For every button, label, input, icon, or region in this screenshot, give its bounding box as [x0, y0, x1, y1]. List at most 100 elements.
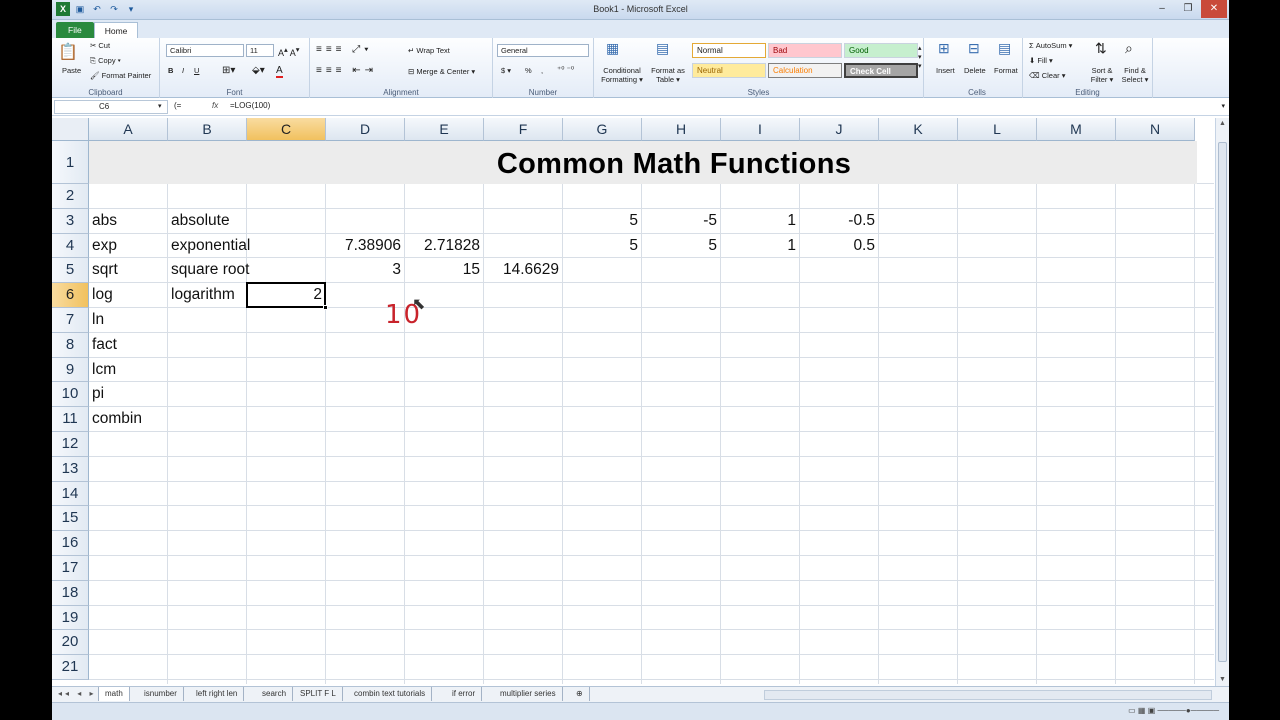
row-header-1[interactable]: 1 — [52, 141, 89, 184]
fill-color-icon[interactable]: ⬙▾ — [252, 65, 265, 76]
grow-font-button[interactable]: A▴ A▾ — [278, 45, 300, 58]
cell-e4[interactable]: 2.71828 — [405, 237, 480, 262]
style-check-cell[interactable]: Check Cell — [844, 63, 918, 78]
formula-input[interactable]: =LOG(100) — [230, 101, 270, 110]
row-header-2[interactable]: 2 — [52, 184, 89, 209]
autosum-button[interactable]: Σ AutoSum ▾ — [1029, 41, 1072, 50]
sheet-tab-split-f-l[interactable]: SPLIT F L — [294, 687, 343, 701]
row-header-18[interactable]: 18 — [52, 580, 89, 606]
sheet-tab-if-error[interactable]: if error — [446, 687, 483, 701]
sheet-tab-math[interactable]: math — [98, 687, 130, 701]
bold-button[interactable]: B — [168, 66, 173, 75]
row-header-12[interactable]: 12 — [52, 432, 89, 457]
cell-a11[interactable]: combin — [92, 410, 142, 435]
wrap-text-button[interactable]: ↵ Wrap Text — [408, 46, 450, 55]
cell-d4[interactable]: 7.38906 — [326, 237, 401, 262]
vertical-scroll-thumb[interactable] — [1218, 142, 1227, 662]
column-header-k[interactable]: K — [879, 118, 958, 141]
format-button[interactable]: Format — [994, 66, 1018, 75]
row-header-8[interactable]: 8 — [52, 332, 89, 358]
insert-function-button[interactable]: fx — [212, 101, 218, 110]
cell-j3[interactable]: -0.5 — [800, 212, 875, 237]
find-select-button[interactable]: Find & Select ▾ — [1119, 66, 1151, 84]
comma-button[interactable]: , — [541, 66, 543, 75]
sheet-title[interactable]: Common Math Functions — [89, 141, 1229, 184]
style-normal[interactable]: Normal — [692, 43, 766, 58]
format-painter-button[interactable]: 🖌 Format Painter — [90, 71, 151, 80]
column-header-n[interactable]: N — [1116, 118, 1195, 141]
styles-scroll-icon[interactable]: ▴ ▾ ▾ — [918, 44, 922, 71]
row-header-21[interactable]: 21 — [52, 655, 89, 680]
cell-b5[interactable]: square root — [171, 261, 249, 286]
cell-h4[interactable]: 5 — [642, 237, 717, 262]
font-size-select[interactable]: 11 — [246, 44, 274, 57]
copy-button[interactable]: ⎘ Copy ▾ — [90, 56, 121, 66]
vertical-scrollbar[interactable]: ▲ ▼ — [1215, 118, 1229, 686]
row-header-17[interactable]: 17 — [52, 556, 89, 581]
clear-button[interactable]: ⌫ Clear ▾ — [1029, 71, 1065, 80]
name-box-dropdown-icon[interactable]: ▾ — [158, 102, 162, 110]
column-header-e[interactable]: E — [405, 118, 484, 141]
paste-button[interactable]: Paste — [62, 66, 81, 75]
row-header-6[interactable]: 6 — [52, 283, 89, 308]
select-all-corner[interactable] — [52, 118, 89, 141]
sheet-tab-search[interactable]: search — [256, 687, 294, 701]
format-as-table-button[interactable]: Format as Table ▾ — [646, 66, 690, 84]
cell-e5[interactable]: 15 — [405, 261, 480, 286]
minimize-icon[interactable]: – — [1149, 0, 1175, 18]
cell-a5[interactable]: sqrt — [92, 261, 118, 286]
style-neutral[interactable]: Neutral — [692, 63, 766, 78]
sheet-tab-isnumber[interactable]: isnumber — [138, 687, 184, 701]
row-header-10[interactable]: 10 — [52, 382, 89, 408]
style-bad[interactable]: Bad — [768, 43, 842, 58]
cell-i3[interactable]: 1 — [721, 212, 796, 237]
column-header-i[interactable]: I — [721, 118, 800, 141]
cell-b4[interactable]: exponential — [171, 237, 250, 262]
style-good[interactable]: Good — [844, 43, 918, 58]
sheet-tab-left-right-len[interactable]: left right len — [190, 687, 245, 701]
row-header-3[interactable]: 3 — [52, 208, 89, 234]
sheet-tab-combin-text-tutorials[interactable]: combin text tutorials — [348, 687, 433, 701]
worksheet-grid[interactable]: Common Math Functions A B C D E F G H I J K L M N 1 2 3 4 5… — [52, 118, 1229, 684]
tab-file[interactable]: File — [56, 22, 94, 38]
currency-button[interactable]: $ ▾ — [501, 66, 511, 75]
row-header-19[interactable]: 19 — [52, 605, 89, 631]
cell-h3[interactable]: -5 — [642, 212, 717, 237]
column-header-m[interactable]: M — [1037, 118, 1116, 141]
cell-a3[interactable]: abs — [92, 212, 117, 237]
row-header-7[interactable]: 7 — [52, 308, 89, 333]
scroll-up-icon[interactable]: ▲ — [1216, 118, 1229, 130]
delete-button[interactable]: Delete — [964, 66, 986, 75]
cell-a7[interactable]: ln — [92, 311, 104, 336]
percent-button[interactable]: % — [525, 66, 532, 75]
row-header-16[interactable]: 16 — [52, 531, 89, 556]
font-name-select[interactable]: Calibri — [166, 44, 244, 57]
column-header-b[interactable]: B — [168, 118, 247, 141]
italic-button[interactable]: I — [182, 66, 184, 75]
restore-icon[interactable]: ❐ — [1175, 0, 1201, 18]
row-header-20[interactable]: 20 — [52, 630, 89, 656]
horizontal-align-icons[interactable]: ≡≡≡ ⇤⇥ — [316, 65, 377, 76]
cell-g4[interactable]: 5 — [563, 237, 638, 262]
row-header-4[interactable]: 4 — [52, 233, 89, 259]
cell-j4[interactable]: 0.5 — [800, 237, 875, 262]
column-header-l[interactable]: L — [958, 118, 1037, 141]
cell-a4[interactable]: exp — [92, 237, 117, 262]
active-cell-selection[interactable] — [246, 282, 326, 308]
name-box[interactable]: C6 — [54, 100, 168, 114]
vertical-align-icons[interactable]: ≡≡≡ ⤢▾ — [316, 44, 372, 55]
font-color-icon[interactable]: A — [276, 65, 283, 78]
cell-a9[interactable]: lcm — [92, 361, 116, 386]
column-header-g[interactable]: G — [563, 118, 642, 141]
close-icon[interactable]: ✕ — [1201, 0, 1227, 18]
column-header-j[interactable]: J — [800, 118, 879, 141]
conditional-formatting-button[interactable]: Conditional Formatting ▾ — [598, 66, 646, 84]
row-header-11[interactable]: 11 — [52, 407, 89, 432]
column-header-a[interactable]: A — [89, 118, 168, 141]
cell-d5[interactable]: 3 — [326, 261, 401, 286]
tab-home[interactable]: Home — [93, 22, 139, 38]
row-header-9[interactable]: 9 — [52, 357, 89, 383]
paste-icon[interactable]: 📋 — [58, 42, 78, 62]
cell-i4[interactable]: 1 — [721, 237, 796, 262]
column-header-d[interactable]: D — [326, 118, 405, 141]
